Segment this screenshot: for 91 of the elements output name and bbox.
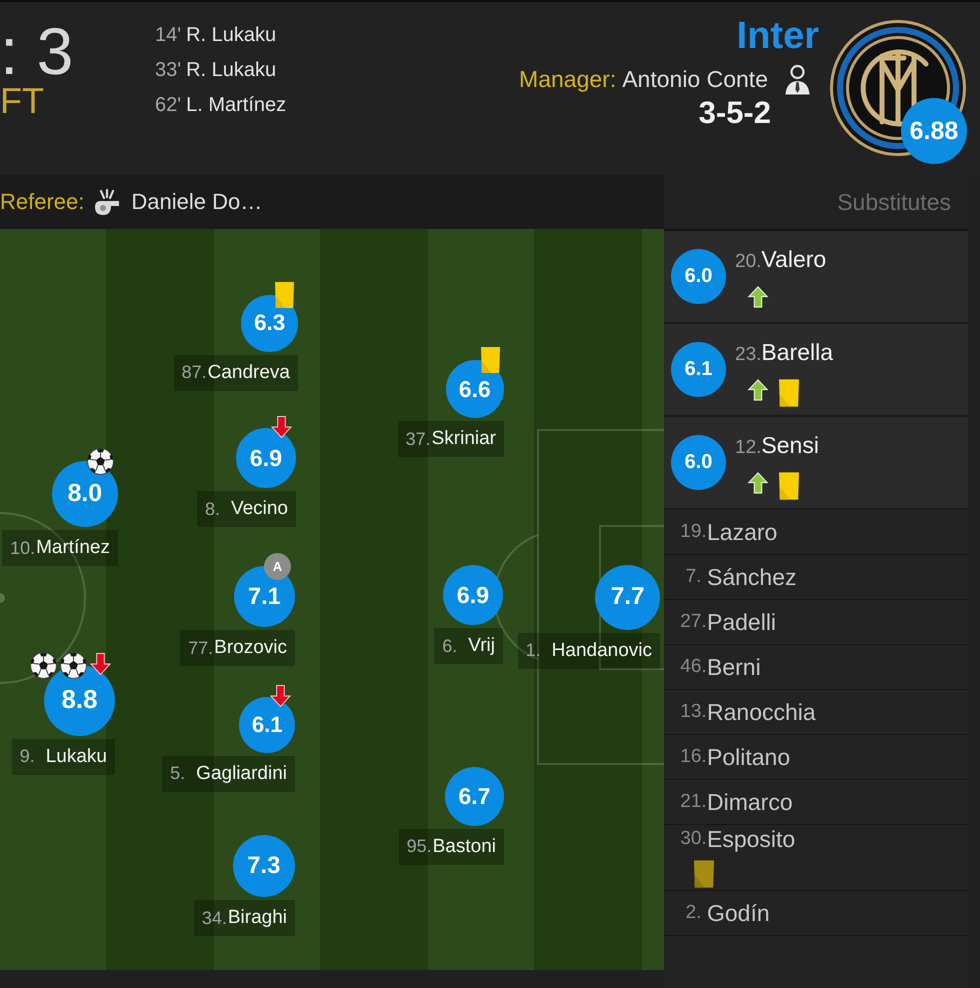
rating-badge: 6.1: [239, 697, 295, 753]
shirt-number: 2.: [684, 902, 702, 924]
player-name: Skriniar: [432, 428, 496, 450]
panel-title: Substitutes: [837, 188, 951, 216]
player-name: Handanovic: [552, 640, 652, 662]
shirt-number: 5.: [170, 763, 186, 784]
manager-name: Antonio Conte: [622, 66, 768, 92]
rating-badge: 7.7: [595, 565, 660, 630]
shirt-number: 77.: [188, 638, 214, 659]
shirt-number: 1.: [526, 640, 542, 662]
rating-badge: 6.9: [442, 565, 503, 626]
goal-scorer: R. Lukaku: [186, 24, 276, 46]
shirt-number: 10.: [10, 538, 36, 559]
shirt-number: 8.: [204, 498, 221, 520]
shirt-number: 6.: [442, 636, 458, 657]
person-icon: [784, 64, 811, 94]
rating-badge: 6.9: [236, 428, 296, 488]
ball-icon: [30, 652, 57, 679]
player-name: Valero: [761, 245, 826, 273]
shirt-number: 87.: [182, 362, 208, 384]
player-name: Godín: [707, 900, 770, 926]
down-arrow-icon: [270, 684, 291, 708]
player-name: Dimarco: [707, 788, 793, 816]
center-spot: [0, 593, 5, 603]
goal-minute: 33': [155, 59, 182, 81]
player-name: Sensi: [761, 431, 819, 459]
referee-name: Daniele Do…: [131, 189, 262, 215]
up-arrow-icon: [747, 379, 769, 401]
player-name: Lukaku: [46, 746, 107, 768]
shirt-number: 13.: [680, 701, 707, 723]
formation: 3-5-2: [698, 96, 771, 130]
shirt-number: 16.: [680, 746, 707, 768]
player-name: Biraghi: [228, 907, 287, 930]
shirt-number: 27.: [680, 611, 707, 633]
shirt-number: 12.: [735, 436, 762, 460]
player-name: Lazaro: [707, 518, 778, 546]
card-icon: [779, 379, 799, 407]
shirt-number: 37.: [406, 428, 432, 450]
score: : 3: [0, 18, 74, 84]
player-name: Bastoni: [432, 836, 496, 858]
shirt-number: 23.: [735, 343, 762, 367]
player-name: Vecino: [230, 498, 288, 520]
player-name: Vrij: [468, 635, 495, 658]
rating-badge: 6.7: [445, 767, 504, 826]
ball-icon: [60, 652, 87, 679]
player-name: Ranocchia: [707, 698, 816, 726]
rating-badge: 8.0: [52, 461, 118, 528]
down-arrow-icon: [271, 415, 292, 439]
card-icon: [779, 472, 799, 500]
team-name: Inter: [736, 16, 819, 56]
player-name: Padelli: [707, 608, 776, 636]
goal-scorer: L. Martínez: [186, 94, 286, 116]
player-name: Barella: [761, 338, 834, 366]
rating-badge: 6.0: [671, 435, 726, 490]
rating-badge: 6.3: [241, 295, 298, 352]
player-name: Martínez: [36, 537, 110, 560]
shirt-number: 95.: [406, 836, 433, 858]
player-name: Sánchez: [707, 564, 797, 590]
up-arrow-icon: [747, 472, 769, 494]
player-name: Politano: [707, 744, 790, 770]
shirt-number: 30.: [680, 828, 707, 850]
captain-badge: A: [264, 553, 291, 580]
player-name: Candreva: [208, 362, 290, 384]
rating-badge: 6.88: [901, 98, 967, 164]
card-icon: [694, 860, 714, 888]
down-arrow-icon: [90, 652, 111, 676]
player-name: Berni: [707, 654, 761, 680]
player-name: Gagliardini: [196, 762, 287, 785]
referee-label: Referee:: [0, 189, 84, 215]
shirt-number: 34.: [202, 908, 228, 929]
shirt-number: 19.: [680, 521, 707, 543]
shirt-number: 46.: [680, 656, 707, 678]
card-icon: [481, 347, 500, 373]
ball-icon: [87, 448, 114, 475]
shirt-number: 21.: [680, 791, 707, 813]
shirt-number: 9.: [20, 746, 36, 768]
rating-badge: 6.0: [671, 249, 726, 304]
goal-minute: 14': [155, 24, 182, 46]
goal-scorer: R. Lukaku: [186, 59, 276, 81]
match-status: FT: [0, 83, 45, 119]
rating-badge: 6.6: [446, 360, 504, 418]
player-name: Brozovic: [214, 637, 287, 660]
card-icon: [275, 282, 294, 308]
manager-label: Manager:: [519, 66, 616, 92]
player-name: Esposito: [707, 826, 796, 852]
rating-badge: 7.3: [232, 835, 295, 898]
rating-badge: 6.1: [671, 342, 726, 397]
up-arrow-icon: [747, 286, 769, 308]
goal-minute: 62': [155, 94, 182, 116]
shirt-number: 20.: [735, 250, 762, 274]
shirt-number: 7.: [684, 566, 702, 588]
